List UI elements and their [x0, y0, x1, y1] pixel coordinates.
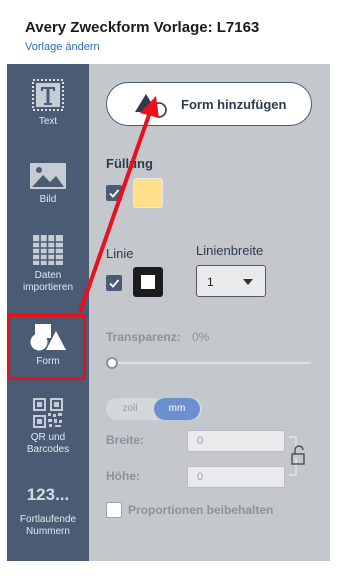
width-label: Breite:: [106, 433, 145, 447]
sidebar-item-label-line1: Daten: [34, 270, 62, 281]
line-color-swatch[interactable]: [133, 267, 163, 297]
header: Avery Zweckform Vorlage: L7163 Vorlage ä…: [0, 0, 343, 64]
line-width-select[interactable]: 1: [196, 265, 266, 297]
check-icon: [109, 279, 120, 288]
height-input[interactable]: 0: [187, 466, 285, 488]
fill-checkbox[interactable]: [106, 185, 122, 201]
unit-option-inch[interactable]: zoll: [110, 398, 150, 420]
lock-aspect-icon[interactable]: [287, 436, 311, 476]
fill-label: Füllung: [106, 156, 153, 171]
unit-toggle[interactable]: zoll mm: [106, 398, 202, 420]
add-shape-button[interactable]: Form hinzufügen: [106, 82, 312, 126]
line-width-label: Linienbreite: [196, 243, 264, 258]
sidebar-item-label-line2: Barcodes: [26, 444, 70, 455]
sidebar-item-label: Bild: [39, 194, 57, 205]
line-width-value: 1: [207, 275, 214, 289]
sidebar-item-label: Text: [38, 116, 58, 127]
fill-color-swatch[interactable]: [133, 178, 163, 208]
sidebar-item-text[interactable]: Text: [7, 78, 89, 128]
page-title: Avery Zweckform Vorlage: L7163: [25, 19, 260, 36]
sidebar-item-qr-barcodes[interactable]: QR und Barcodes: [7, 398, 89, 456]
unit-option-mm[interactable]: mm: [154, 398, 200, 420]
keep-proportions-checkbox[interactable]: [106, 502, 122, 518]
image-icon: [30, 163, 66, 189]
shape-settings-panel: Form hinzufügen Füllung Linie Linienbrei…: [89, 64, 330, 561]
check-icon: [109, 189, 120, 198]
add-shape-label: Form hinzufügen: [181, 97, 287, 112]
line-label: Linie: [106, 246, 134, 261]
transparency-slider-handle[interactable]: [106, 357, 118, 369]
width-input[interactable]: 0: [187, 430, 285, 452]
line-color-swatch-inner: [141, 275, 155, 289]
chevron-down-icon: [243, 279, 253, 285]
transparency-label: Transparenz:: [106, 330, 181, 344]
tools-sidebar: Text Bild Daten importieren Form QR und …: [7, 64, 89, 561]
sidebar-item-label-line1: Fortlaufende: [19, 514, 77, 525]
text-icon: [32, 79, 64, 111]
sidebar-item-sequential-numbers[interactable]: 123... Fortlaufende Nummern: [7, 484, 89, 538]
sidebar-item-import-data[interactable]: Daten importieren: [7, 234, 89, 294]
sidebar-item-label-line2: Nummern: [26, 526, 70, 537]
line-checkbox[interactable]: [106, 275, 122, 291]
sidebar-item-label-line1: QR und: [30, 432, 66, 443]
transparency-slider-track[interactable]: [111, 362, 311, 364]
transparency-value: 0%: [192, 330, 210, 344]
change-template-link[interactable]: Vorlage ändern: [25, 41, 100, 53]
add-shape-icon: [135, 94, 167, 118]
highlight-frame: [7, 314, 86, 380]
qr-code-icon: [33, 398, 63, 428]
sidebar-item-label-line2: importieren: [22, 282, 74, 293]
sidebar-item-image[interactable]: Bild: [7, 162, 89, 206]
table-icon: [33, 235, 63, 265]
height-label: Höhe:: [106, 469, 140, 483]
sequence-numbers-icon: 123...: [26, 485, 70, 504]
keep-proportions-label: Proportionen beibehalten: [128, 503, 274, 517]
